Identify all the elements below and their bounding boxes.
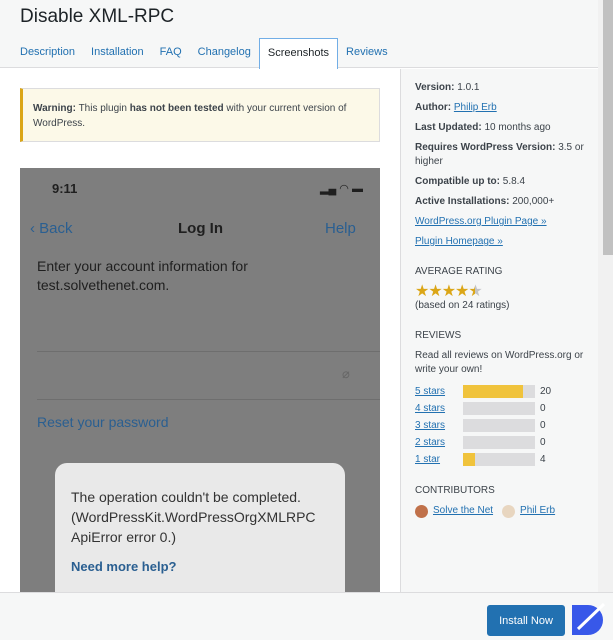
compat-row: Compatible up to: 5.8.4 xyxy=(415,176,526,187)
rating-count: 0 xyxy=(540,419,546,431)
eye-slash-icon: ⌀ xyxy=(342,366,350,381)
tab-description[interactable]: Description xyxy=(12,38,83,69)
rating-bar xyxy=(463,402,535,415)
error-dialog: The operation couldn't be completed. (Wo… xyxy=(55,463,345,592)
scrollbar-thumb[interactable] xyxy=(603,0,613,255)
avatar xyxy=(502,504,516,518)
tab-installation[interactable]: Installation xyxy=(83,38,152,69)
installs-row: Active Installations: 200,000+ xyxy=(415,196,555,207)
rating-bar xyxy=(463,385,535,398)
warning-bold: has not been tested xyxy=(129,103,224,114)
rating-count: 20 xyxy=(540,385,552,397)
reviews-heading: Reviews xyxy=(415,330,462,341)
modal-footer: Install Now xyxy=(0,592,613,640)
main-content: Warning: This plugin has not been tested… xyxy=(0,69,400,592)
rating-link[interactable]: 2 stars xyxy=(415,436,463,450)
warning-label: Warning: xyxy=(33,103,76,114)
rating-bar-fill xyxy=(463,453,476,466)
help-link: Help xyxy=(325,220,356,237)
requires-row: Requires WordPress Version: 3.5 or highe… xyxy=(415,142,584,167)
rating-breakdown: 5 stars 20 4 stars 0 3 stars 0 2 stars 0 1 star 4 xyxy=(415,383,584,468)
author-link[interactable]: Philip Erb xyxy=(454,102,497,113)
rating-row: 2 stars 0 xyxy=(415,434,584,451)
plugin-header: Disable XML-RPC Description Installation… xyxy=(0,0,598,69)
screenshot-image: 9:11 ▂▄ ◠ ▬ ‹ Back Log In Help Enter you… xyxy=(20,168,380,592)
divider xyxy=(37,399,380,400)
status-time: 9:11 xyxy=(52,181,78,196)
rating-bar xyxy=(463,453,535,466)
plugin-homepage-link[interactable]: Plugin Homepage » xyxy=(415,236,503,247)
version-row: Version: 1.0.1 xyxy=(415,82,480,93)
rating-row: 4 stars 0 xyxy=(415,400,584,417)
tab-bar: Description Installation FAQ Changelog S… xyxy=(12,38,396,69)
contributors-heading: Contributors xyxy=(415,485,495,496)
intro-text: Enter your account information for test.… xyxy=(37,258,248,293)
tab-reviews[interactable]: Reviews xyxy=(338,38,396,69)
rating-row: 3 stars 0 xyxy=(415,417,584,434)
rating-count: 0 xyxy=(540,402,546,414)
warning-notice: Warning: This plugin has not been tested… xyxy=(20,88,380,142)
rating-link[interactable]: 1 star xyxy=(415,453,463,467)
tab-screenshots[interactable]: Screenshots xyxy=(258,38,339,69)
rating-row: 5 stars 20 xyxy=(415,383,584,400)
nav-title: Log In xyxy=(178,220,223,237)
reset-password-link: Reset your password xyxy=(37,414,169,430)
reviews-text: Read all reviews on WordPress.org or wri… xyxy=(415,350,584,375)
rating-count: 0 xyxy=(540,436,546,448)
need-help-link: Need more help? xyxy=(71,559,177,574)
rating-bar xyxy=(463,419,535,432)
rating-bar xyxy=(463,436,535,449)
avatar xyxy=(415,504,428,518)
warning-text: This plugin xyxy=(75,103,130,114)
contributor-link[interactable]: Solve the Net xyxy=(433,504,493,518)
author-row: Author: Philip Erb xyxy=(415,102,497,113)
rating-link[interactable]: 4 stars xyxy=(415,402,463,416)
tab-faq[interactable]: FAQ xyxy=(152,38,190,69)
divider xyxy=(37,351,380,352)
back-link: ‹ Back xyxy=(30,220,73,237)
plugin-sidebar: Version: 1.0.1 Author: Philip Erb Last U… xyxy=(400,69,598,592)
star-rating: ★★★★★ xyxy=(415,283,483,300)
updated-row: Last Updated: 10 months ago xyxy=(415,122,551,133)
rating-link[interactable]: 3 stars xyxy=(415,419,463,433)
rating-note: (based on 24 ratings) xyxy=(415,300,510,311)
plugin-title: Disable XML-RPC xyxy=(20,6,175,27)
rating-row: 1 star 4 xyxy=(415,451,584,468)
rating-count: 4 xyxy=(540,453,546,465)
status-icons: ▂▄ ◠ ▬ xyxy=(320,183,363,195)
error-message: The operation couldn't be completed. (Wo… xyxy=(71,489,316,545)
scrollbar[interactable] xyxy=(598,0,613,592)
contributor-link[interactable]: Phil Erb xyxy=(520,504,555,518)
brand-logo-icon xyxy=(572,603,606,635)
tab-changelog[interactable]: Changelog xyxy=(190,38,259,69)
rating-link[interactable]: 5 stars xyxy=(415,385,463,399)
install-now-button[interactable]: Install Now xyxy=(487,605,565,636)
average-rating-heading: Average Rating xyxy=(415,266,503,277)
plugin-page-link[interactable]: WordPress.org Plugin Page » xyxy=(415,216,547,227)
rating-bar-fill xyxy=(463,385,523,398)
contributors-list: Solve the Net Phil Erb xyxy=(415,504,584,518)
